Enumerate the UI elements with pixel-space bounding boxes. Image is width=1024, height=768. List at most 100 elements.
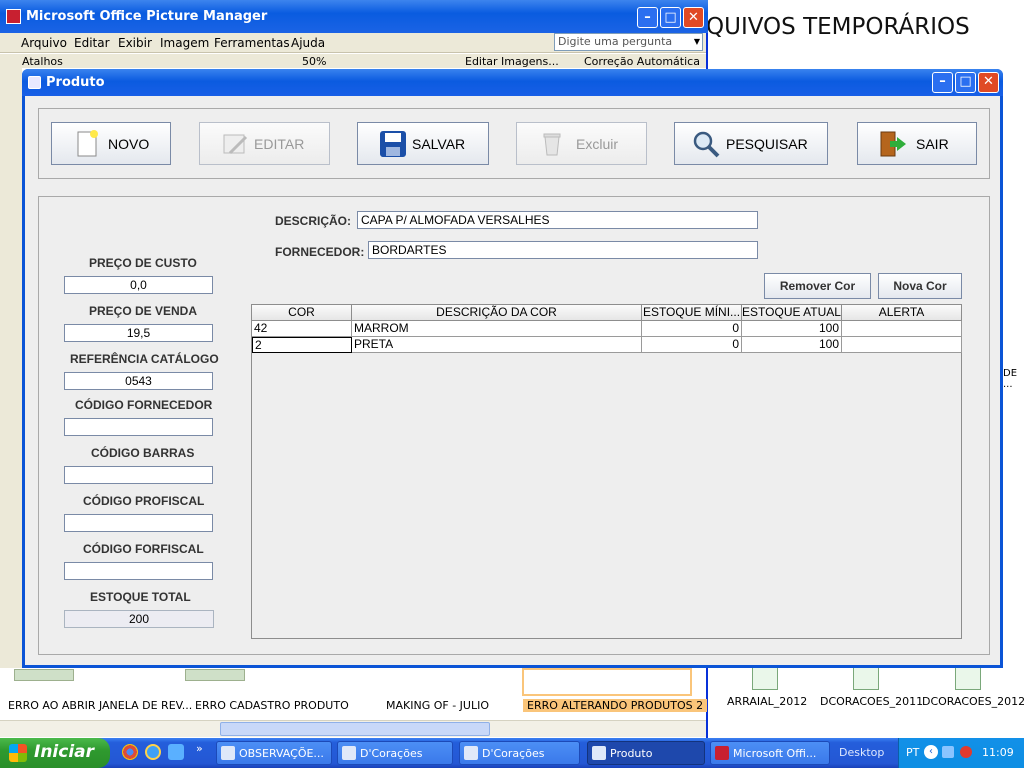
thumbnail-1[interactable]: [14, 669, 74, 681]
salvar-button[interactable]: SALVAR: [357, 122, 489, 165]
clock[interactable]: 11:09: [982, 746, 1014, 759]
thumbnail-2[interactable]: [185, 669, 245, 681]
start-button[interactable]: Iniciar: [0, 738, 110, 768]
column-header-cor[interactable]: COR: [252, 305, 352, 321]
security-shield-icon[interactable]: [960, 746, 972, 758]
excluir-button[interactable]: Excluir: [516, 122, 647, 165]
table-row[interactable]: 42 MARROM 0 100: [252, 321, 962, 337]
toolbar-correcao[interactable]: Correção Automática: [584, 55, 700, 68]
cell-estoque-minimo[interactable]: 0: [642, 337, 742, 353]
chevron-left-icon[interactable]: ‹: [924, 745, 938, 759]
toolbar-zoom[interactable]: 50%: [302, 55, 326, 68]
menu-imagem[interactable]: Imagem: [160, 36, 209, 50]
preco-custo-field[interactable]: 0,0: [64, 276, 213, 294]
menu-ajuda[interactable]: Ajuda: [291, 36, 325, 50]
language-indicator[interactable]: PT: [906, 746, 919, 759]
chevron-down-icon[interactable]: ▼: [694, 37, 700, 46]
cell-alerta[interactable]: [842, 337, 962, 353]
desktop-label-dcoracoes-2011[interactable]: DCORACOES_2011: [820, 695, 923, 708]
cod-profiscal-field[interactable]: [64, 514, 213, 532]
cell-estoque-minimo[interactable]: 0: [642, 321, 742, 337]
cod-barras-field[interactable]: [64, 466, 213, 484]
descricao-label: DESCRIÇÃO:: [275, 214, 352, 228]
cell-descricao-cor[interactable]: MARROM: [352, 321, 642, 337]
internet-explorer-icon[interactable]: [145, 744, 161, 760]
desktop-label-arraial[interactable]: ARRAIAL_2012: [727, 695, 807, 708]
task-label: OBSERVAÇÕE...: [239, 747, 324, 760]
dialog-minimize-button[interactable]: –: [932, 72, 953, 93]
menu-ferramentas[interactable]: Ferramentas: [214, 36, 290, 50]
task-label: Microsoft Offi...: [733, 747, 817, 760]
editar-button[interactable]: EDITAR: [199, 122, 330, 165]
thumbnail-label-3[interactable]: MAKING OF - JULIO: [386, 699, 489, 712]
cell-estoque-atual[interactable]: 100: [742, 321, 842, 337]
cell-estoque-atual[interactable]: 100: [742, 337, 842, 353]
quicklaunch-icon[interactable]: [168, 744, 184, 760]
editar-label: EDITAR: [254, 136, 305, 152]
preco-venda-field[interactable]: 19,5: [64, 324, 213, 342]
task-dcoracoes-2[interactable]: D'Corações: [459, 741, 580, 765]
cell-cor[interactable]: 42: [252, 321, 352, 337]
ask-question-box[interactable]: Digite uma pergunta ▼: [554, 33, 703, 51]
task-label: D'Corações: [360, 747, 423, 760]
pesquisar-button[interactable]: PESQUISAR: [674, 122, 828, 165]
task-observacoes[interactable]: OBSERVAÇÕE...: [216, 741, 332, 765]
table-row[interactable]: 2 PRETA 0 100: [252, 337, 962, 353]
ref-catalogo-field[interactable]: 0543: [64, 372, 213, 390]
picture-manager-icon: [715, 746, 729, 760]
picture-manager-titlebar[interactable]: Microsoft Office Picture Manager – □ ✕: [0, 0, 708, 33]
menu-exibir[interactable]: Exibir: [118, 36, 152, 50]
column-header-estoque-minimo[interactable]: ESTOQUE MÍNI...: [642, 305, 742, 321]
descricao-field[interactable]: CAPA P/ ALMOFADA VERSALHES: [357, 211, 758, 229]
fornecedor-label: FORNECEDOR:: [275, 245, 365, 259]
column-header-descricao-cor[interactable]: DESCRIÇÃO DA COR: [352, 305, 642, 321]
picture-manager-toolbar: Atalhos 50% Editar Imagens... Correção A…: [0, 54, 706, 68]
dialog-close-button[interactable]: ✕: [978, 72, 999, 93]
novo-button[interactable]: NOVO: [51, 122, 171, 165]
task-produto[interactable]: Produto: [587, 741, 705, 765]
product-form: DESCRIÇÃO: CAPA P/ ALMOFADA VERSALHES FO…: [38, 196, 990, 655]
dialog-maximize-button[interactable]: □: [955, 72, 976, 93]
thumbnail-label-1[interactable]: ERRO AO ABRIR JANELA DE REV...: [8, 699, 192, 712]
fornecedor-field[interactable]: BORDARTES: [368, 241, 758, 259]
search-icon: [693, 131, 720, 158]
produto-titlebar[interactable]: Produto – □ ✕: [22, 69, 1003, 96]
thumbnail-label-2[interactable]: ERRO CADASTRO PRODUTO: [195, 699, 349, 712]
cell-alerta[interactable]: [842, 321, 962, 337]
cod-profiscal-label: CÓDIGO PROFISCAL: [83, 494, 205, 508]
thumbnail-label-4[interactable]: ERRO ALTERANDO PRODUTOS 2: [523, 699, 708, 712]
picture-manager-title: Microsoft Office Picture Manager: [26, 9, 268, 24]
close-button[interactable]: ✕: [683, 7, 704, 28]
chrome-icon[interactable]: [122, 744, 138, 760]
cod-fornecedor-label: CÓDIGO FORNECEDOR: [75, 398, 213, 412]
nova-cor-button[interactable]: Nova Cor: [878, 273, 962, 299]
toolbar-atalhos[interactable]: Atalhos: [22, 55, 63, 68]
action-toolbar: NOVO EDITAR SALVAR Excluir PESQUISAR SAI…: [38, 108, 990, 179]
start-label: Iniciar: [34, 742, 95, 762]
column-header-alerta[interactable]: ALERTA: [842, 305, 962, 321]
cod-fornecedor-field[interactable]: [64, 418, 213, 436]
desktop-toolbar-label[interactable]: Desktop: [839, 746, 884, 759]
horizontal-scrollbar[interactable]: [0, 720, 706, 737]
menu-arquivo[interactable]: Arquivo: [21, 36, 67, 50]
ask-question-placeholder: Digite uma pergunta: [558, 35, 673, 48]
desktop-partial-label[interactable]: DE ...: [1003, 368, 1024, 390]
toolbar-editar-imagens[interactable]: Editar Imagens...: [465, 55, 559, 68]
cell-descricao-cor[interactable]: PRETA: [352, 337, 642, 353]
cod-forfiscal-field[interactable]: [64, 562, 213, 580]
desktop-label-dcoracoes-2012[interactable]: DCORACOES_2012: [922, 695, 1024, 708]
column-header-estoque-atual[interactable]: ESTOQUE ATUAL: [742, 305, 842, 321]
minimize-button[interactable]: –: [637, 7, 658, 28]
scrollbar-thumb[interactable]: [220, 722, 490, 736]
network-icon[interactable]: [942, 746, 954, 758]
task-picture-manager[interactable]: Microsoft Offi...: [710, 741, 830, 765]
quicklaunch-expand-icon[interactable]: »: [196, 742, 203, 755]
cell-cor-focused[interactable]: 2: [252, 337, 352, 353]
maximize-button[interactable]: □: [660, 7, 681, 28]
task-dcoracoes-1[interactable]: D'Corações: [337, 741, 453, 765]
sair-button[interactable]: SAIR: [857, 122, 977, 165]
remover-cor-button[interactable]: Remover Cor: [764, 273, 871, 299]
menu-editar[interactable]: Editar: [74, 36, 110, 50]
thumbnail-4-selected[interactable]: [522, 668, 692, 696]
preco-custo-label: PREÇO DE CUSTO: [89, 256, 197, 270]
